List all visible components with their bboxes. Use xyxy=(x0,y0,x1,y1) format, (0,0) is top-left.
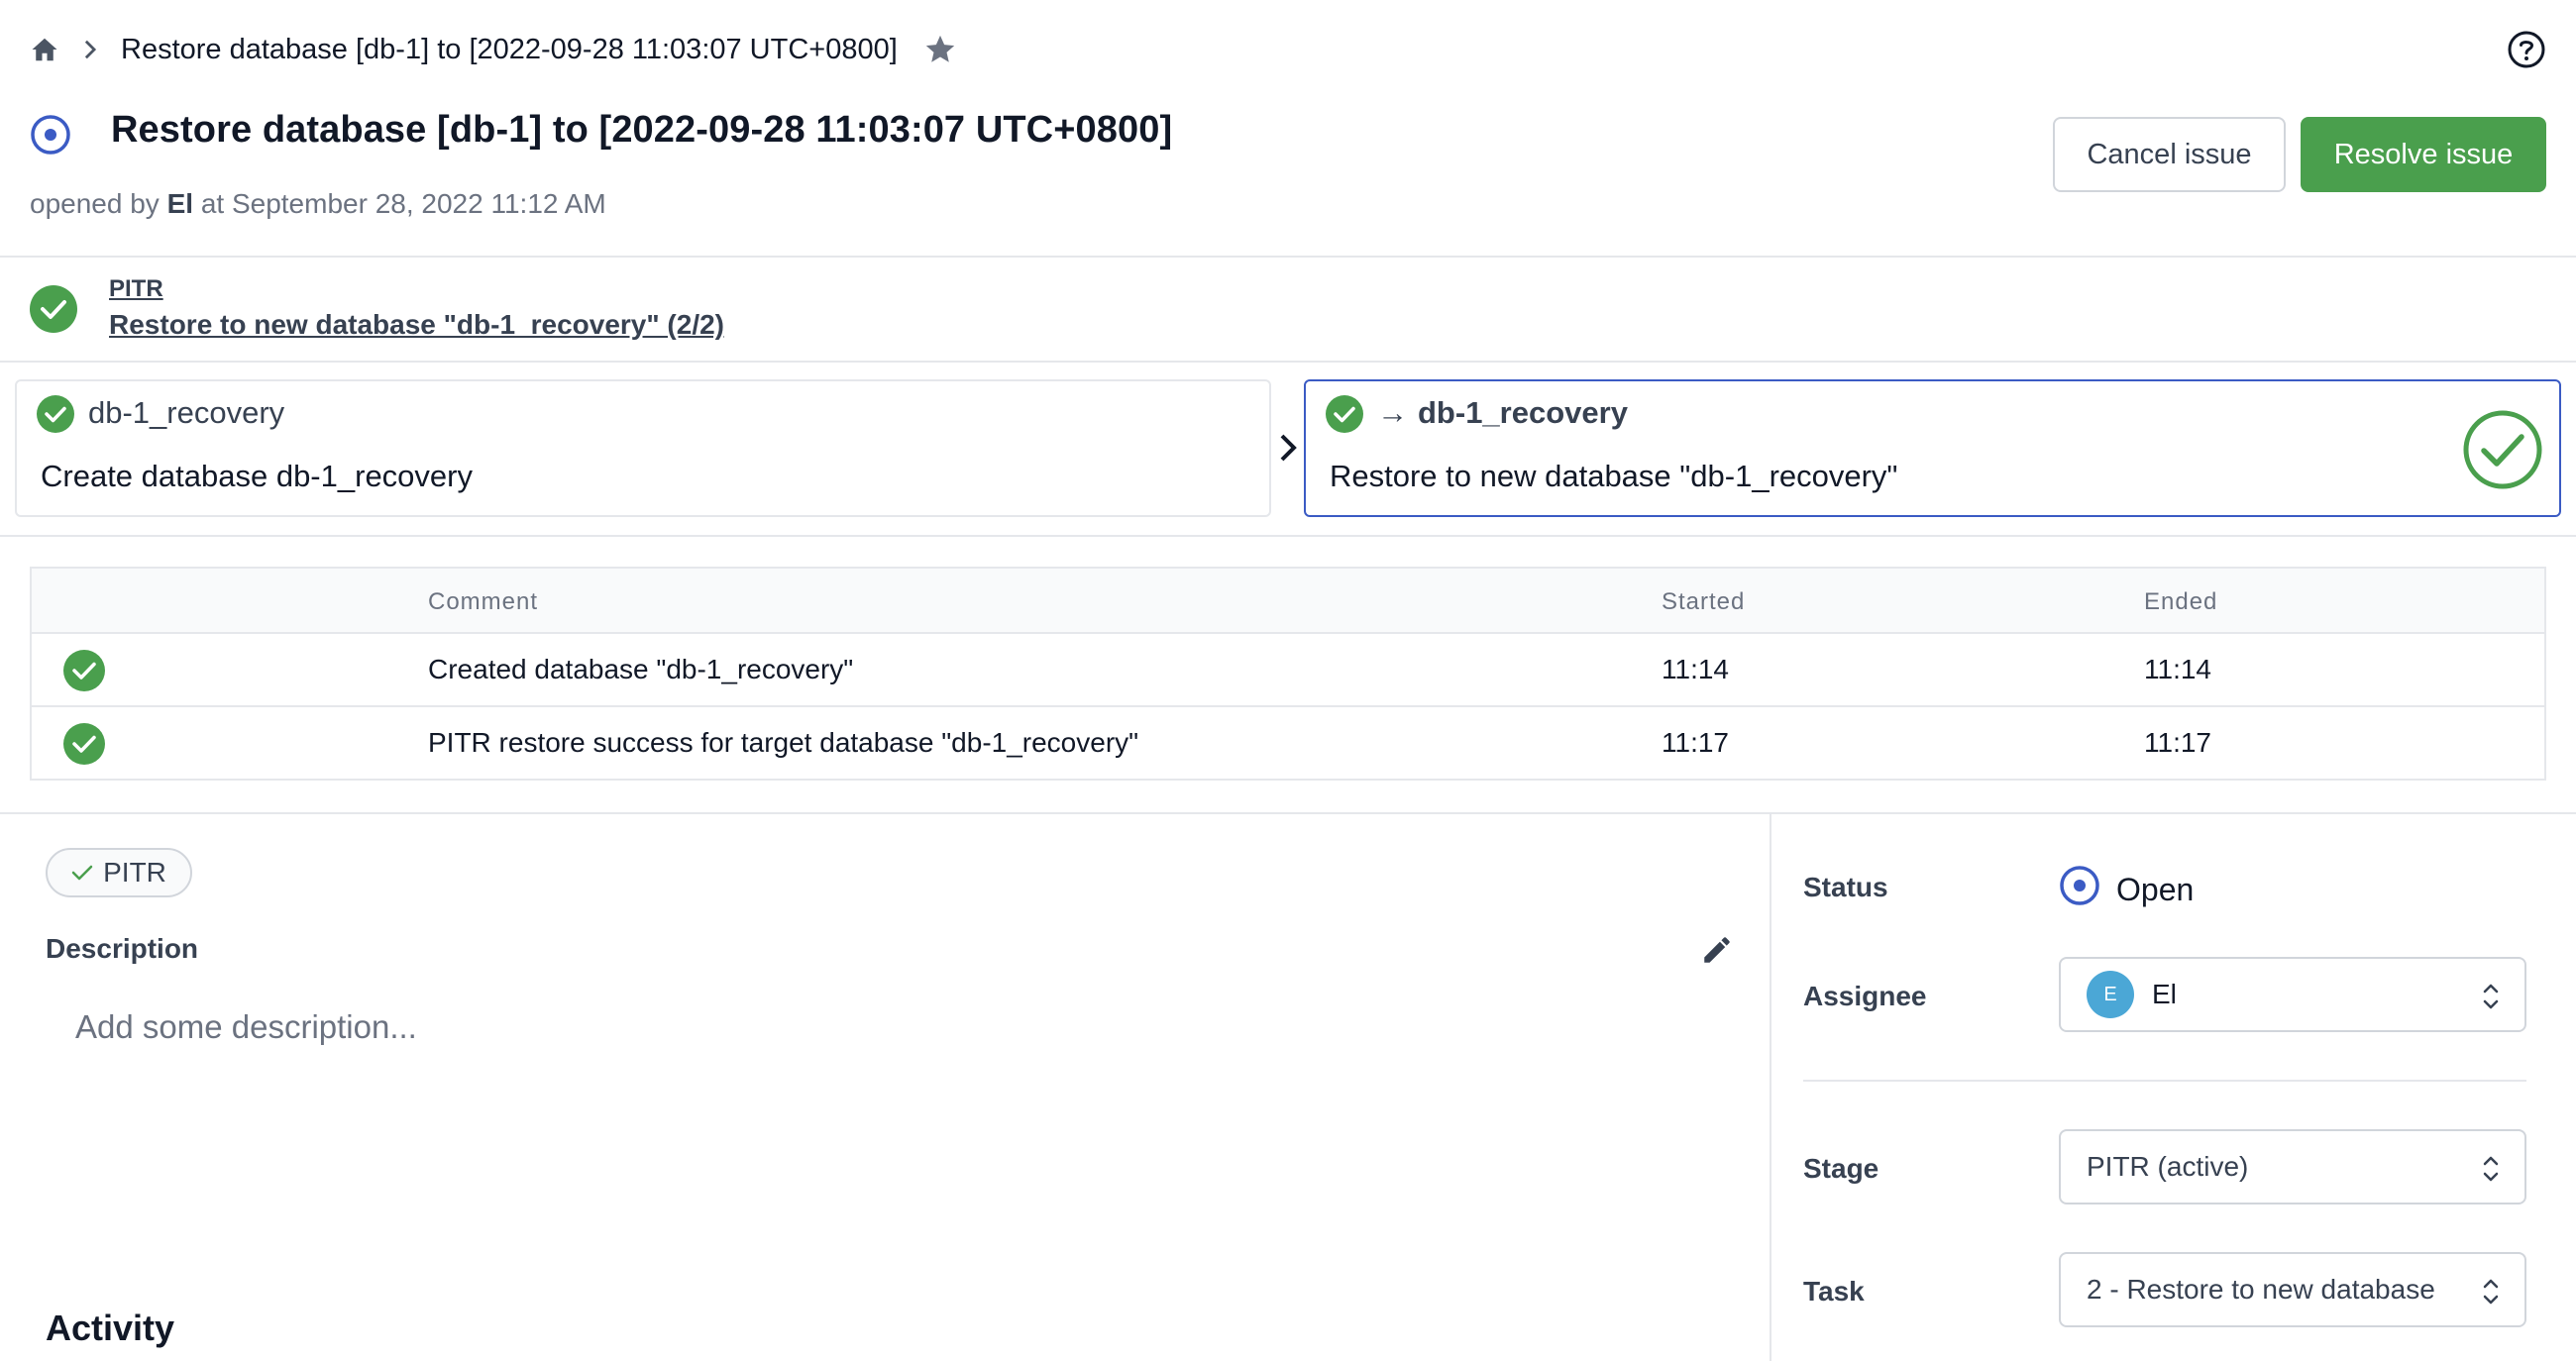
task-description: Create database db-1_recovery xyxy=(41,459,473,493)
chevron-right-icon xyxy=(81,39,99,60)
avatar: E xyxy=(2087,971,2134,1018)
status-done-icon xyxy=(63,723,105,765)
divider xyxy=(0,256,2576,258)
opened-at: at September 28, 2022 11:12 AM xyxy=(200,188,606,219)
task-card-selected[interactable]: → db-1_recovery Restore to new database "… xyxy=(1304,379,2561,517)
assignee-label: Assignee xyxy=(1803,981,1927,1011)
stage-select[interactable]: PITR (active) xyxy=(2059,1129,2526,1204)
divider xyxy=(1803,1080,2526,1082)
task-done-icon xyxy=(37,395,74,433)
stage-label: Stage xyxy=(1803,1153,1879,1184)
task-select-value: 2 - Restore to new database xyxy=(2087,1274,2435,1305)
cancel-issue-button[interactable]: Cancel issue xyxy=(2053,117,2286,192)
task-description: Restore to new database "db-1_recovery" xyxy=(1330,459,1898,493)
status-text: Open xyxy=(2116,871,2195,907)
breadcrumb: Restore database [db-1] to [2022-09-28 1… xyxy=(30,28,957,71)
check-icon xyxy=(71,857,93,889)
status-done-icon xyxy=(63,650,105,691)
column-header-comment: Comment xyxy=(428,588,539,615)
chevron-up-down-icon xyxy=(2481,981,2501,1012)
description-label: Description xyxy=(46,933,199,964)
chevron-right-icon xyxy=(1276,430,1300,466)
table-row: Created database "db-1_recovery" 11:14 1… xyxy=(32,634,2544,707)
divider xyxy=(0,535,2576,537)
description-input[interactable]: Add some description... xyxy=(75,1008,417,1046)
chevron-up-down-icon xyxy=(2481,1153,2501,1185)
task-label: Task xyxy=(1803,1276,1865,1307)
row-ended: 11:14 xyxy=(2144,654,2211,684)
task-select[interactable]: 2 - Restore to new database xyxy=(2059,1252,2526,1327)
row-comment: PITR restore success for target database… xyxy=(428,727,1139,758)
status-label: Status xyxy=(1803,872,1888,902)
home-icon[interactable] xyxy=(30,35,59,64)
page-title: Restore database [db-1] to [2022-09-28 1… xyxy=(111,109,1173,151)
task-database: → db-1_recovery xyxy=(1377,395,1628,431)
stage-complete-icon xyxy=(30,285,77,333)
chevron-up-down-icon xyxy=(2481,1276,2501,1308)
vertical-divider xyxy=(1770,814,1771,1361)
divider xyxy=(0,812,2576,814)
resolve-issue-button[interactable]: Resolve issue xyxy=(2301,117,2546,192)
stage-select-value: PITR (active) xyxy=(2087,1151,2249,1182)
assignee-select[interactable]: E El xyxy=(2059,957,2526,1032)
assignee-name: El xyxy=(2152,979,2177,1009)
task-card[interactable]: db-1_recovery Create database db-1_recov… xyxy=(15,379,1271,517)
status-value: Open xyxy=(2059,865,2194,914)
stage-task-link[interactable]: Restore to new database "db-1_recovery" … xyxy=(109,309,724,341)
row-comment: Created database "db-1_recovery" xyxy=(428,654,854,684)
table-row: PITR restore success for target database… xyxy=(32,707,2544,781)
task-run-table: Comment Started Ended Created database "… xyxy=(30,567,2546,781)
task-database-name: db-1_recovery xyxy=(1418,395,1628,430)
arrow-right-icon: → xyxy=(1377,395,1408,430)
stage-name-link[interactable]: PITR xyxy=(109,275,163,303)
task-database: db-1_recovery xyxy=(88,395,285,430)
opened-by-user[interactable]: El xyxy=(167,188,193,219)
opened-by-line: opened by El at September 28, 2022 11:12… xyxy=(30,188,606,220)
divider xyxy=(0,361,2576,363)
help-icon[interactable] xyxy=(2507,30,2546,69)
column-header-ended: Ended xyxy=(2144,588,2218,615)
column-header-started: Started xyxy=(1662,588,1746,615)
breadcrumb-title: Restore database [db-1] to [2022-09-28 1… xyxy=(121,33,898,65)
row-ended: 11:17 xyxy=(2144,727,2211,758)
table-header: Comment Started Ended xyxy=(32,569,2544,634)
status-open-icon xyxy=(2059,865,2100,914)
row-started: 11:14 xyxy=(1662,654,1729,684)
edit-pencil-icon[interactable] xyxy=(1700,933,1734,967)
task-done-icon xyxy=(1326,395,1363,433)
activity-heading: Activity xyxy=(46,1308,175,1348)
star-icon[interactable] xyxy=(923,33,957,66)
row-started: 11:17 xyxy=(1662,727,1729,758)
stage-chip-label: PITR xyxy=(103,857,166,888)
opened-prefix: opened by xyxy=(30,188,160,219)
stage-chip: PITR xyxy=(46,848,192,897)
check-circle-icon xyxy=(2462,409,2543,490)
issue-status-open-icon xyxy=(30,114,71,156)
